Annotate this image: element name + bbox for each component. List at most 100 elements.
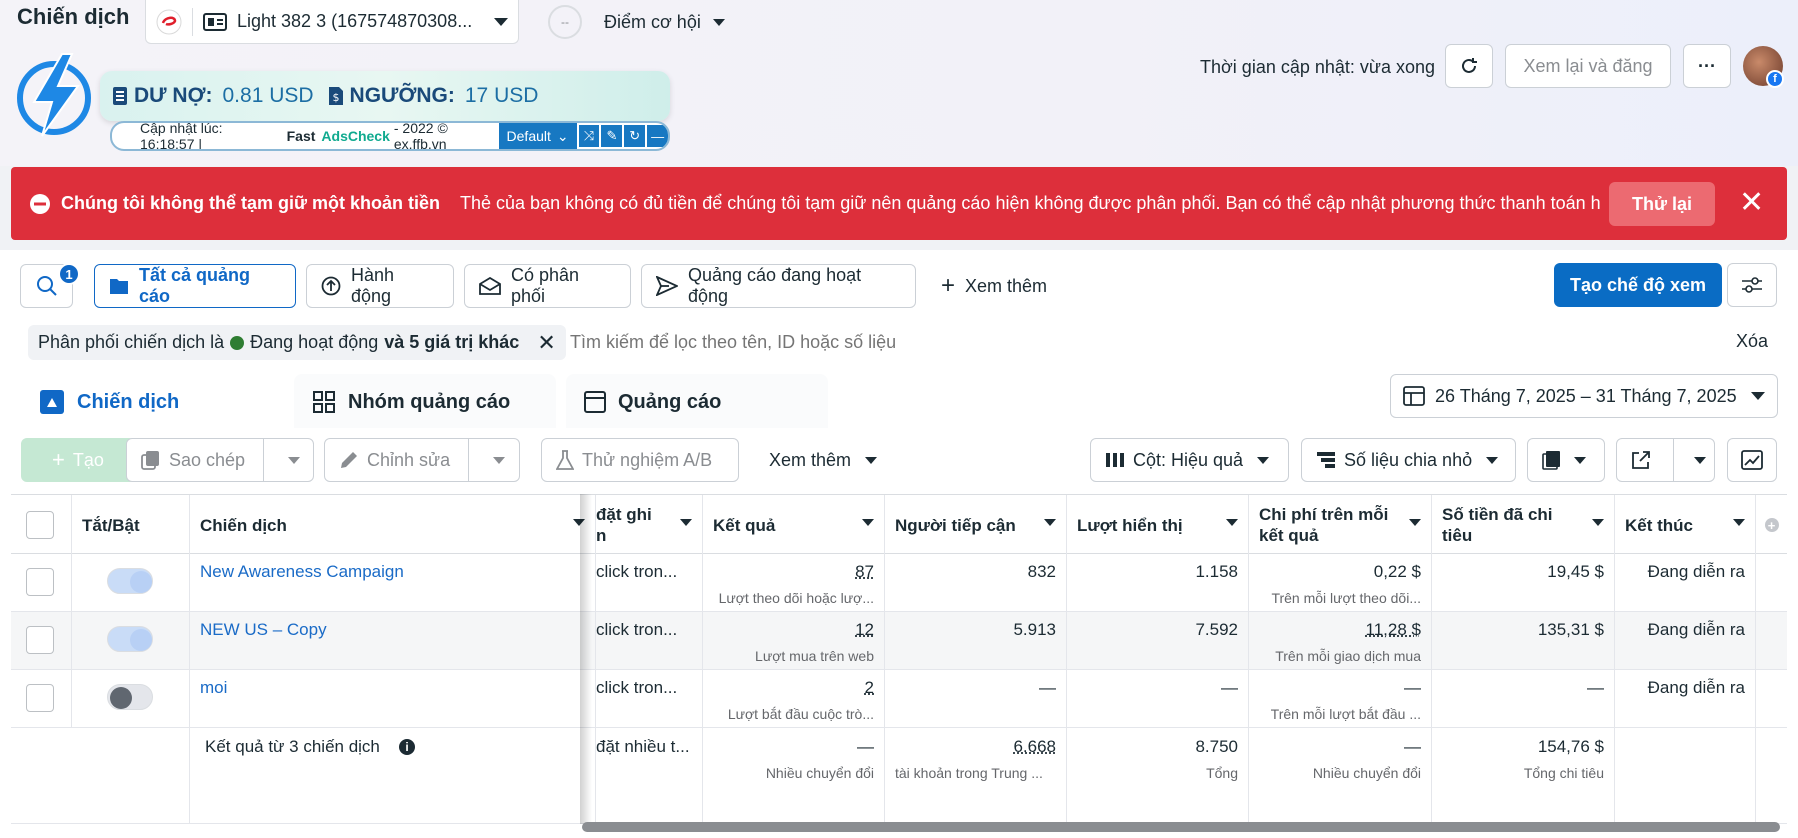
reach-value: — — [1039, 678, 1056, 697]
spent-cell: 19,45 $ — [1432, 554, 1615, 612]
header-cost-per-result[interactable]: Chi phí trên mỗi kết quả — [1249, 495, 1432, 555]
campaign-name-link[interactable]: New Awareness Campaign — [200, 562, 404, 582]
opportunity-score-ring: -- — [548, 5, 582, 39]
chevron-down-icon — [1574, 456, 1586, 464]
filter-all-ads[interactable]: Tất cả quảng cáo — [94, 264, 296, 308]
table-row[interactable]: NEW US – Copy click tron... 12 Lượt mua t… — [11, 612, 1787, 670]
summary-reach: 6.668 tài khoản trong Trung ... — [885, 727, 1067, 824]
header-impressions[interactable]: Lượt hiển thị — [1067, 495, 1249, 555]
campaign-toggle[interactable] — [107, 684, 153, 710]
attribution-value: click tron... — [596, 562, 678, 581]
svg-text:$: $ — [332, 91, 339, 104]
header-amount-spent[interactable]: Số tiền đã chi tiêu — [1432, 495, 1615, 555]
tab-campaigns[interactable]: Chiến dịch — [21, 374, 283, 430]
columns-button[interactable]: Cột: Hiệu quả — [1090, 438, 1289, 482]
create-button[interactable]: + Tạo — [21, 438, 135, 482]
refresh-icon[interactable]: ↻ — [624, 125, 646, 147]
charts-button[interactable] — [1727, 438, 1777, 482]
shuffle-icon[interactable]: ⤨ — [578, 125, 600, 147]
campaign-name-link[interactable]: moi — [200, 678, 227, 698]
columns-label: Cột: Hiệu quả — [1133, 449, 1244, 470]
more-actions-button[interactable]: Xem thêm — [754, 438, 894, 482]
ad-account-icon — [203, 12, 227, 32]
close-icon[interactable]: ✕ — [537, 330, 555, 356]
opportunity-score[interactable]: -- Điểm cơ hội — [548, 2, 725, 42]
filter-see-more[interactable]: + Xem thêm — [926, 264, 1066, 308]
upload-circle-icon — [321, 276, 341, 296]
chevron-down-icon[interactable] — [1694, 456, 1706, 464]
row-select-cell — [11, 554, 72, 612]
clear-filters-link[interactable]: Xóa — [1736, 331, 1768, 352]
horizontal-scrollbar[interactable] — [582, 822, 1780, 832]
view-settings-button[interactable] — [1727, 263, 1777, 307]
table-row[interactable]: moi click tron... 2 Lượt bắt đầu cuộc trò… — [11, 670, 1787, 728]
breakdown-button[interactable]: Số liệu chia nhỏ — [1301, 438, 1516, 482]
results-cell: 2 Lượt bắt đầu cuộc trò... — [703, 670, 885, 728]
row-checkbox[interactable] — [26, 684, 54, 712]
header-results[interactable]: Kết quả — [703, 495, 885, 555]
alert-message: Thẻ của bạn không có đủ tiền để chúng tô… — [460, 193, 1601, 213]
create-view-button[interactable]: Tạo chế độ xem — [1554, 263, 1722, 307]
ab-test-button[interactable]: Thử nghiệm A/B — [541, 438, 739, 482]
select-all-checkbox[interactable] — [26, 511, 54, 539]
refresh-button[interactable] — [1445, 44, 1493, 88]
campaign-toggle[interactable] — [107, 568, 153, 594]
minimize-icon[interactable]: — — [647, 125, 668, 147]
row-checkbox[interactable] — [26, 626, 54, 654]
refresh-icon — [1459, 56, 1479, 76]
tab-ads-label: Quảng cáo — [618, 390, 722, 413]
chevron-down-icon — [1486, 456, 1499, 464]
facebook-icon: f — [1766, 70, 1784, 88]
ends-cell: Đang diễn ra — [1615, 554, 1756, 612]
close-icon[interactable]: ✕ — [1739, 185, 1764, 220]
campaign-name-link[interactable]: NEW US – Copy — [200, 620, 327, 640]
review-publish-button[interactable]: Xem lại và đăng — [1505, 44, 1671, 88]
reports-button[interactable] — [1527, 438, 1605, 482]
chevron-down-icon[interactable] — [493, 456, 506, 464]
spent-cell: — — [1432, 670, 1615, 728]
filter-count-badge: 1 — [58, 263, 80, 285]
chip-prefix: Phân phối chiến dịch là — [38, 332, 225, 352]
filter-actions[interactable]: Hành động — [306, 264, 454, 308]
update-time: Thời gian cập nhật: vừa xong — [1200, 57, 1435, 77]
search-input[interactable] — [570, 325, 1670, 360]
results-cell: 87 Lượt theo dõi hoặc lượ... — [703, 554, 885, 612]
impressions-value: — — [1221, 678, 1238, 697]
info-icon[interactable]: i — [399, 739, 415, 755]
error-icon — [29, 193, 51, 215]
header-toggle[interactable]: Tắt/Bật — [72, 495, 190, 555]
result-type: Lượt theo dõi hoặc lượ... — [718, 590, 874, 606]
add-column-icon[interactable]: + — [1756, 495, 1787, 555]
summary-spent: 154,76 $ Tổng chi tiêu — [1432, 727, 1615, 824]
campaign-name-cell: moi — [190, 670, 596, 728]
preset-select[interactable]: Default ⌄ — [498, 123, 577, 149]
duplicate-button[interactable]: Sao chép — [126, 438, 314, 482]
updated-text: Cập nhật lúc: 16:18:57 | — [140, 121, 223, 151]
spent-value: — — [1587, 678, 1604, 697]
header-attribution[interactable]: đặt ghi n — [596, 495, 703, 555]
account-selector[interactable]: Light 382 3 (167574870308... — [145, 0, 519, 44]
tab-ads[interactable]: Quảng cáo — [566, 374, 828, 430]
edit-button[interactable]: Chỉnh sửa — [324, 438, 520, 482]
row-checkbox[interactable] — [26, 568, 54, 596]
filter-active-ads[interactable]: Quảng cáo đang hoạt động — [641, 264, 916, 308]
campaign-name-cell: New Awareness Campaign — [190, 554, 596, 612]
export-button[interactable] — [1616, 438, 1715, 482]
filter-chip[interactable]: Phân phối chiến dịch là Đang hoạt động v… — [28, 325, 566, 360]
header-reach[interactable]: Người tiếp cận — [885, 495, 1067, 555]
more-options-button[interactable]: ··· — [1683, 44, 1731, 88]
date-range-picker[interactable]: 26 Tháng 7, 2025 – 31 Tháng 7, 2025 — [1390, 374, 1778, 418]
attribution-cell: click tron... — [596, 612, 703, 670]
chevron-down-icon[interactable] — [288, 456, 301, 464]
attribution-cell: click tron... — [596, 554, 703, 612]
campaign-toggle[interactable] — [107, 626, 153, 652]
table-row[interactable]: New Awareness Campaign click tron... 87 L… — [11, 554, 1787, 612]
debt-icon — [112, 86, 128, 106]
retry-button[interactable]: Thử lại — [1609, 182, 1715, 226]
header-ends[interactable]: Kết thúc — [1615, 495, 1756, 555]
filter-delivering[interactable]: Có phân phối — [464, 264, 631, 308]
header-campaign[interactable]: Chiến dịch — [190, 495, 596, 555]
edit-icon[interactable]: ✎ — [601, 125, 623, 147]
summary-blank — [11, 727, 190, 824]
tab-adsets[interactable]: Nhóm quảng cáo — [294, 374, 556, 430]
